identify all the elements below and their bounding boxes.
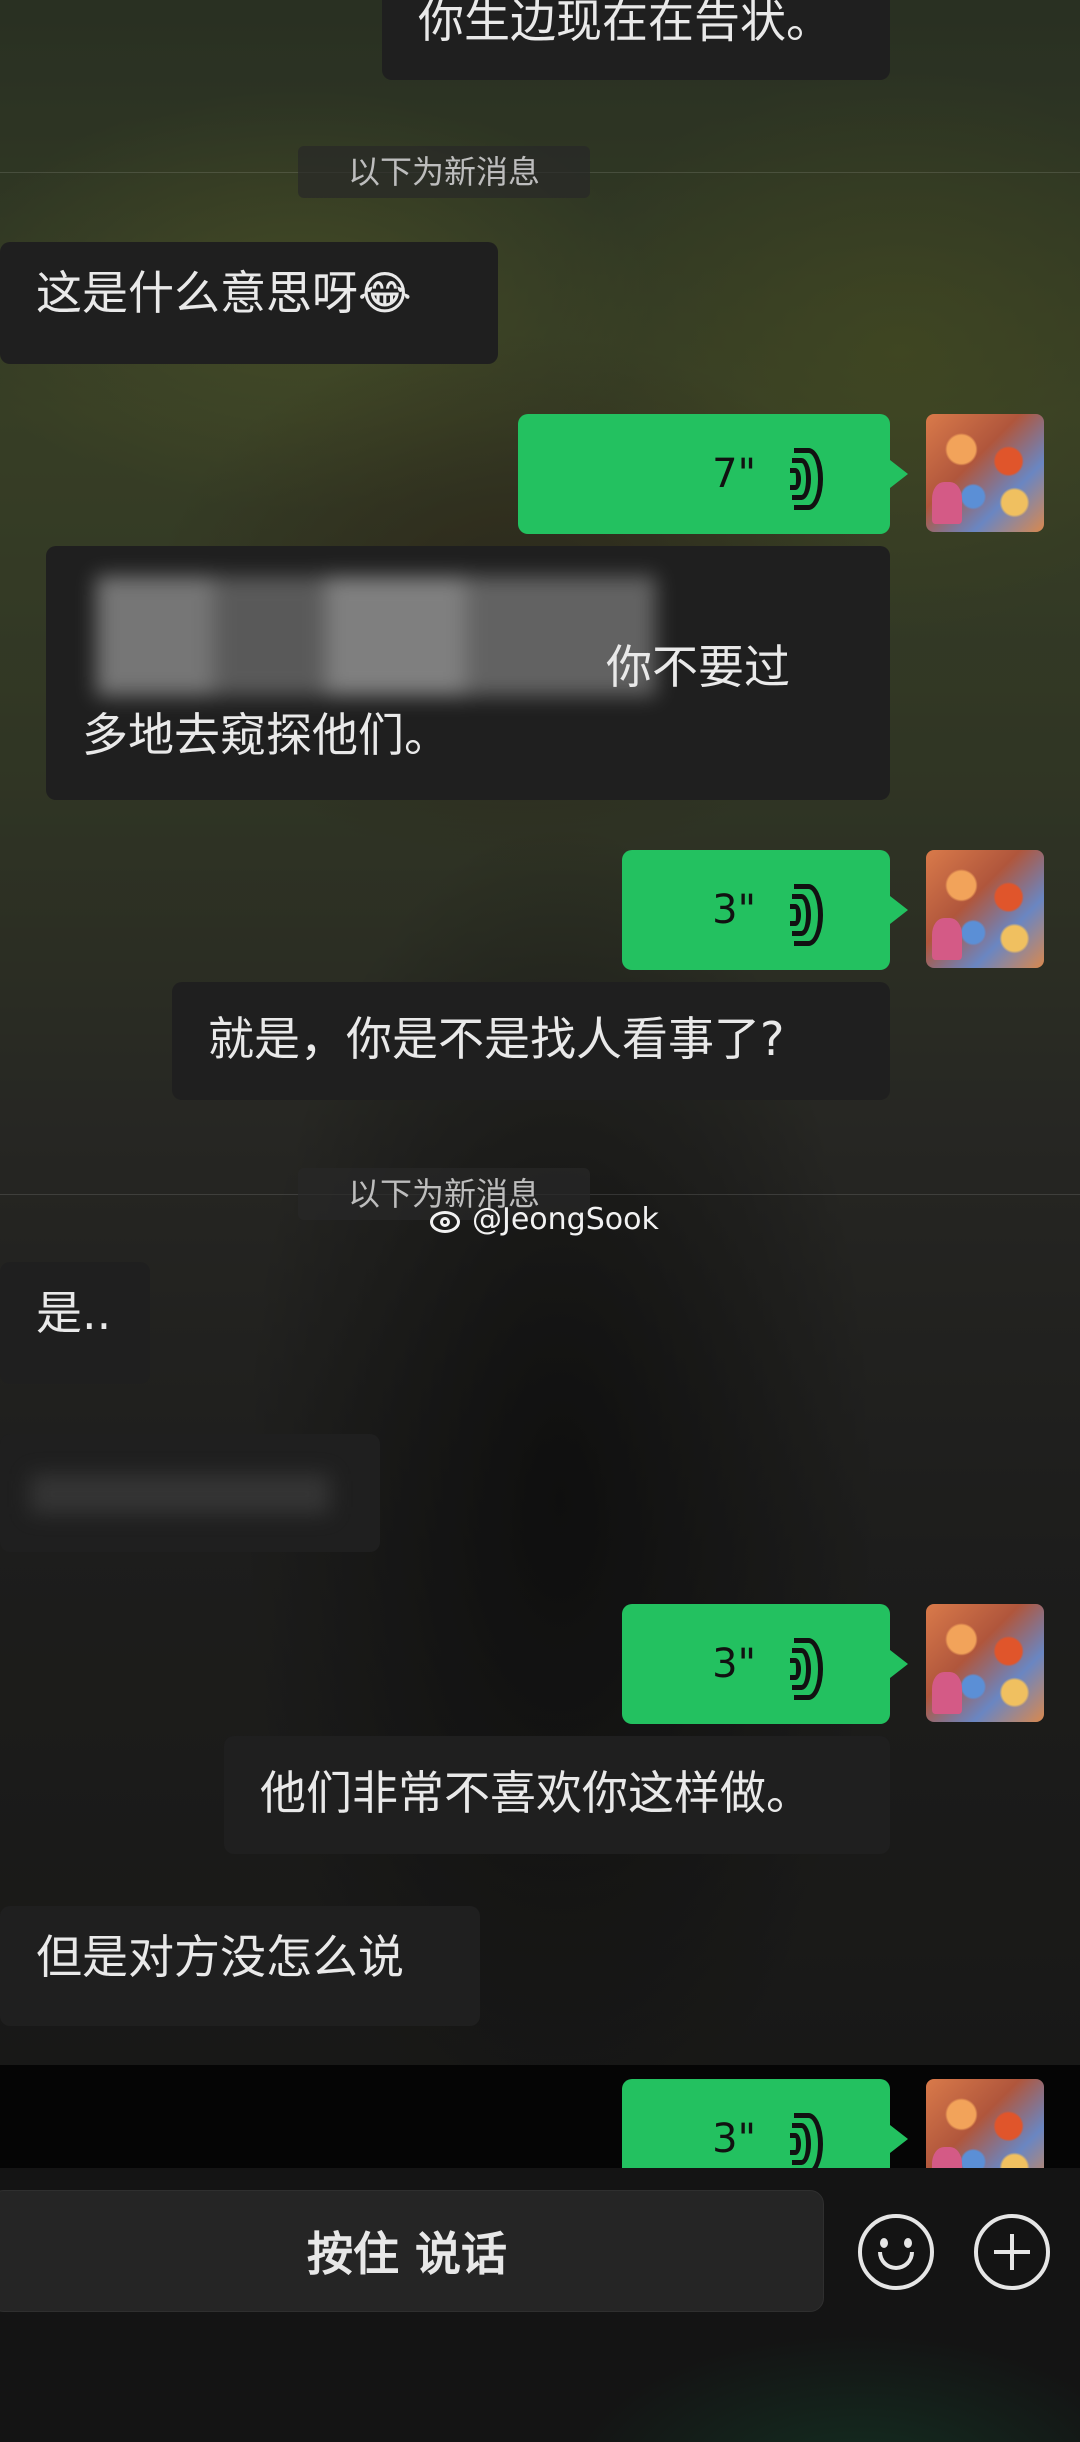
hold-to-talk-button[interactable]: 按住 说话 bbox=[0, 2190, 824, 2312]
voice-message-bubble[interactable]: 7" bbox=[518, 414, 908, 534]
weibo-icon bbox=[428, 1205, 464, 1235]
redacted-text bbox=[96, 576, 656, 696]
message-bubble-incoming[interactable]: 但是对方没怎么说 bbox=[0, 1906, 480, 2026]
voice-message-bubble[interactable]: 3" bbox=[622, 850, 908, 970]
watermark: @JeongSook bbox=[428, 1200, 659, 1240]
message-area-bottom: 3" bbox=[0, 2065, 1080, 2168]
smiley-icon[interactable] bbox=[858, 2214, 934, 2290]
voice-duration: 3" bbox=[712, 2116, 756, 2162]
watermark-text: @JeongSook bbox=[472, 1202, 659, 1237]
new-messages-divider: 以下为新消息 bbox=[298, 146, 590, 198]
message-text: 是.. bbox=[36, 1286, 112, 1340]
message-bubble-outgoing[interactable]: 就是，你是不是找人看事了? bbox=[172, 982, 890, 1100]
voice-message-bubble[interactable]: 3" bbox=[622, 1604, 908, 1724]
message-bubble-incoming[interactable]: 是.. bbox=[0, 1262, 150, 1384]
my-avatar[interactable] bbox=[926, 2079, 1044, 2168]
message-text: 这是什么意思呀😂 bbox=[36, 266, 412, 320]
voice-duration: 3" bbox=[712, 887, 756, 933]
message-text-line2: 多地去窥探他们。 bbox=[82, 708, 450, 762]
voice-wave-icon bbox=[790, 2113, 830, 2168]
message-bubble-outgoing[interactable]: 你不要过 多地去窥探他们。 bbox=[46, 546, 890, 800]
voice-wave-icon bbox=[790, 1638, 830, 1700]
message-text: 就是，你是不是找人看事了? bbox=[208, 1012, 785, 1066]
voice-duration: 7" bbox=[712, 451, 756, 497]
my-avatar[interactable] bbox=[926, 1604, 1044, 1722]
voice-message-bubble[interactable]: 3" bbox=[622, 2079, 908, 2168]
voice-wave-icon bbox=[790, 884, 830, 946]
voice-wave-icon bbox=[790, 448, 830, 510]
voice-duration: 3" bbox=[712, 1641, 756, 1687]
message-text-line1: 你不要过 bbox=[606, 640, 790, 694]
message-bubble-partial[interactable]: 你生边现在在告状。 bbox=[382, 0, 890, 80]
my-avatar[interactable] bbox=[926, 850, 1044, 968]
redacted-text bbox=[30, 1474, 330, 1514]
message-text: 但是对方没怎么说 bbox=[36, 1930, 404, 1984]
message-bubble-incoming[interactable]: 这是什么意思呀😂 bbox=[0, 242, 498, 364]
message-bubble-outgoing[interactable]: 他们非常不喜欢你这样做。 bbox=[224, 1736, 890, 1854]
message-text: 你生边现在在告状。 bbox=[418, 0, 832, 48]
input-bar: 按住 说话 bbox=[0, 2168, 1080, 2442]
message-bubble-incoming-redacted[interactable] bbox=[0, 1434, 380, 1552]
plus-icon[interactable] bbox=[974, 2214, 1050, 2290]
message-text: 他们非常不喜欢你这样做。 bbox=[260, 1766, 812, 1820]
my-avatar[interactable] bbox=[926, 414, 1044, 532]
